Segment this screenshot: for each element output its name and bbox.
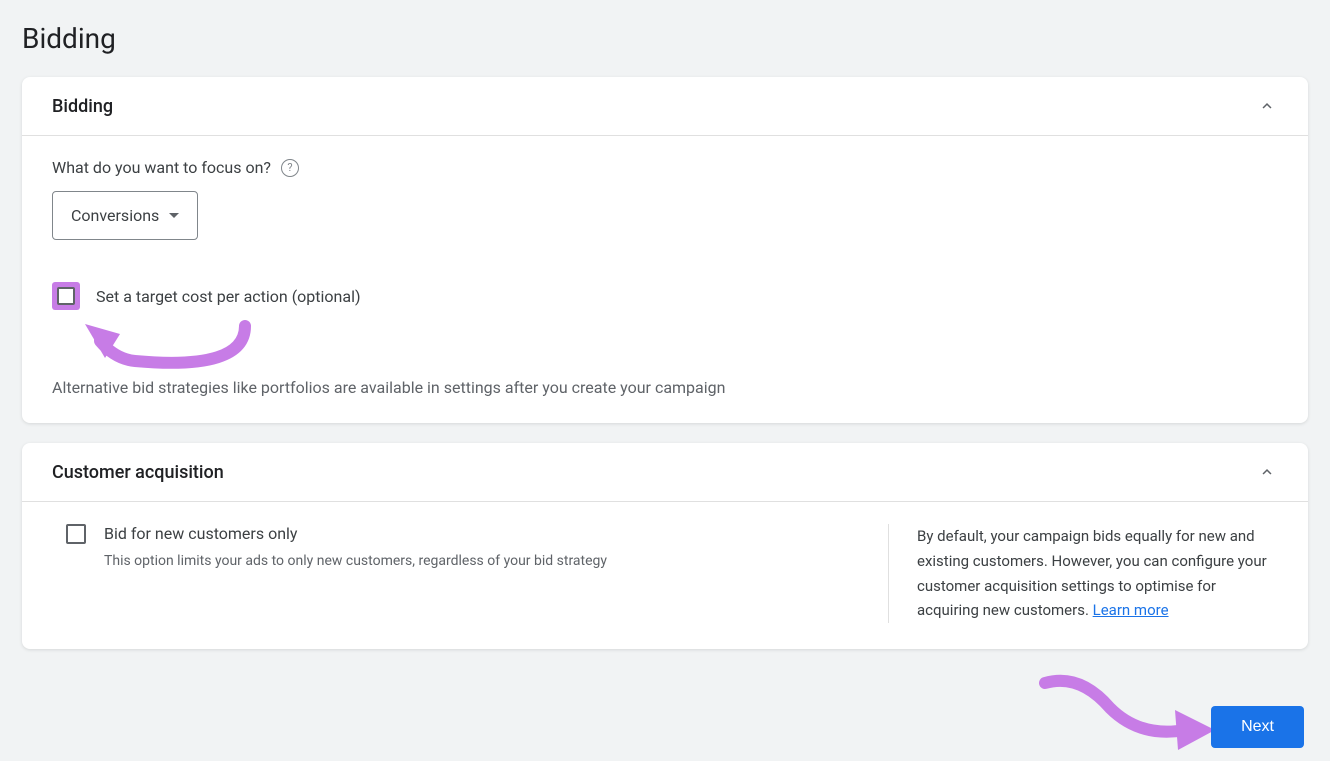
help-icon[interactable]: ? (281, 159, 299, 177)
customer-info-panel: By default, your campaign bids equally f… (888, 524, 1278, 623)
bidding-card-title: Bidding (52, 96, 113, 117)
alt-strategies-text: Alternative bid strategies like portfoli… (52, 378, 1278, 397)
annotation-arrow-icon (1030, 668, 1220, 758)
customer-card-header[interactable]: Customer acquisition (22, 443, 1308, 502)
bidding-card-header[interactable]: Bidding (22, 77, 1308, 136)
chevron-up-icon[interactable] (1256, 461, 1278, 483)
new-customers-subtext: This option limits your ads to only new … (104, 553, 607, 569)
customer-card-body: Bid for new customers only This option l… (22, 502, 1308, 649)
learn-more-link[interactable]: Learn more (1093, 601, 1169, 619)
focus-dropdown[interactable]: Conversions (52, 191, 198, 240)
bidding-card: Bidding What do you want to focus on? ? … (22, 77, 1308, 423)
target-cpa-checkbox[interactable] (57, 287, 75, 305)
caret-down-icon (169, 213, 179, 218)
target-cpa-checkbox-highlight (52, 282, 80, 310)
page-title: Bidding (22, 22, 1308, 55)
focus-label: What do you want to focus on? (52, 158, 271, 177)
next-button[interactable]: Next (1211, 706, 1304, 748)
dropdown-value: Conversions (71, 206, 159, 225)
bidding-card-body: What do you want to focus on? ? Conversi… (22, 136, 1308, 423)
new-customers-checkbox[interactable] (66, 524, 86, 544)
chevron-up-icon[interactable] (1256, 95, 1278, 117)
new-customers-label: Bid for new customers only (104, 524, 607, 543)
customer-acquisition-card: Customer acquisition Bid for new custome… (22, 443, 1308, 649)
target-cpa-label: Set a target cost per action (optional) (96, 287, 361, 306)
customer-card-title: Customer acquisition (52, 462, 224, 483)
